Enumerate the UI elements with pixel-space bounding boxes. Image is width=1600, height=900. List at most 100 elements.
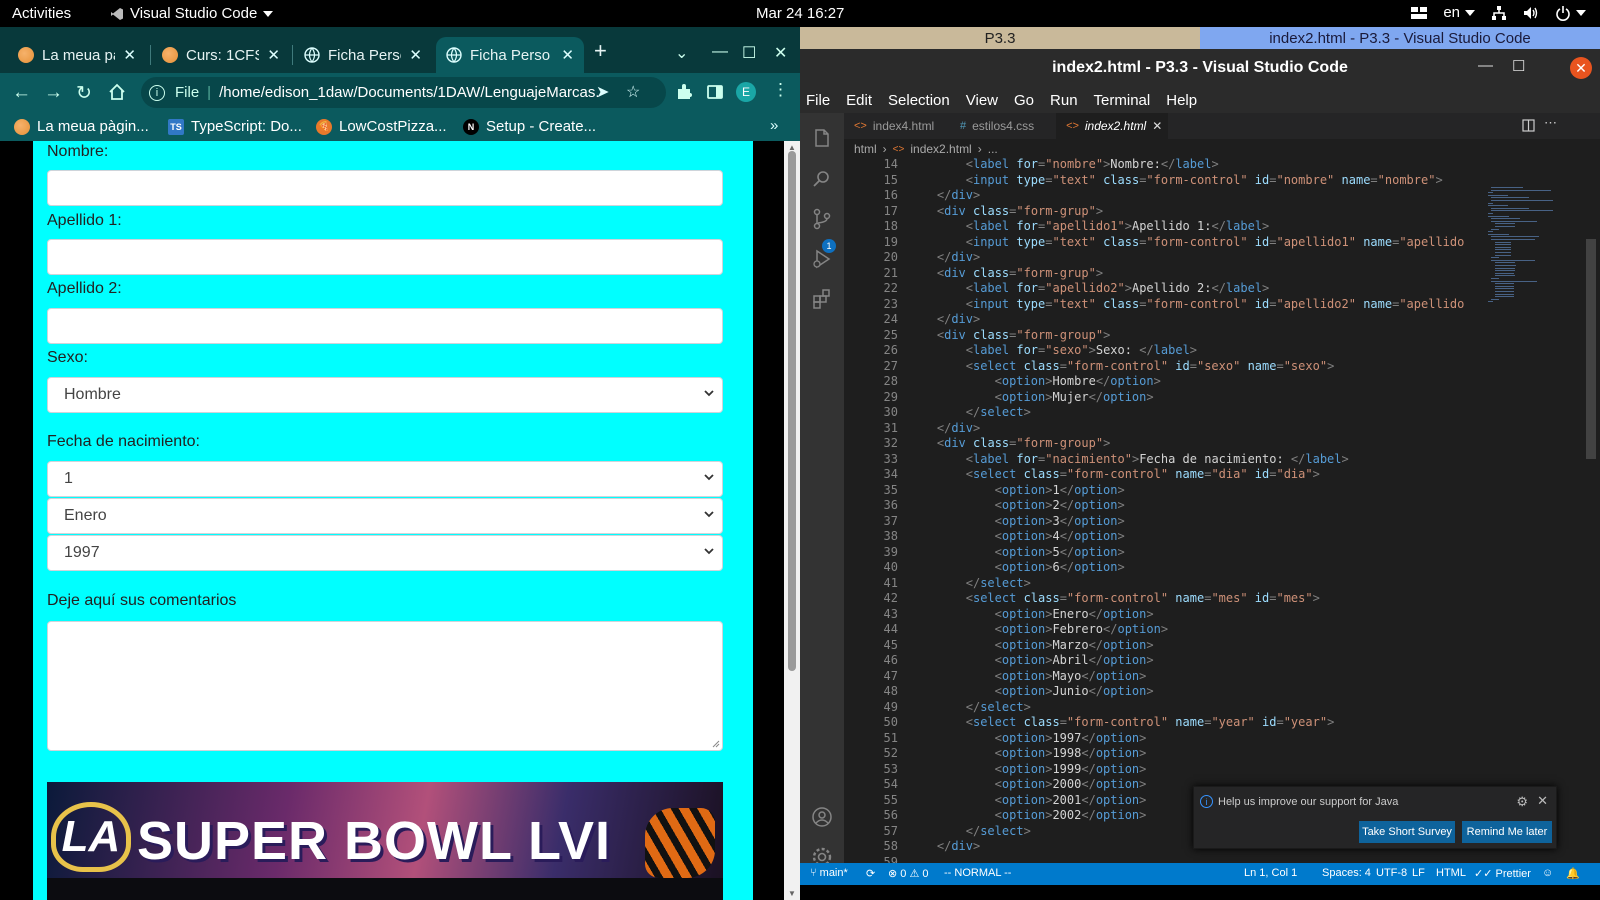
nombre-input[interactable] [47, 170, 723, 206]
bookmark-2[interactable]: TS TypeScript: Do... [168, 118, 302, 135]
code-line[interactable]: </select> [966, 700, 1031, 714]
more-bookmarks-icon[interactable]: » [770, 117, 778, 134]
search-icon[interactable] [810, 167, 834, 191]
close-tab-icon[interactable]: ✕ [123, 46, 136, 64]
tab-search-chevron-icon[interactable]: ⌄ [675, 43, 688, 63]
code-line[interactable]: <option>Hombre</option> [995, 374, 1161, 388]
code-line[interactable]: <div class="form-group"> [937, 328, 1110, 342]
code-line[interactable]: <option>6</option> [995, 560, 1125, 574]
year-select[interactable]: 1997 [47, 535, 723, 571]
close-tab-icon[interactable]: ✕ [1152, 119, 1162, 133]
code-line[interactable]: <option>Mayo</option> [995, 669, 1147, 683]
home-icon[interactable] [108, 83, 126, 101]
browser-tab-4-active[interactable]: Ficha Perso ✕ [436, 37, 584, 73]
code-line[interactable]: <option>Febrero</option> [995, 622, 1168, 636]
code-line[interactable]: <option>2001</option> [995, 793, 1147, 807]
code-line[interactable]: <option>1997</option> [995, 731, 1147, 745]
minimize-icon[interactable]: — [1478, 57, 1493, 74]
minimap[interactable] [1482, 157, 1580, 337]
problems-indicator[interactable]: ⊗ 0 ⚠ 0 [888, 867, 929, 880]
code-line[interactable]: </select> [966, 576, 1031, 590]
code-line[interactable]: <option>Enero</option> [995, 607, 1154, 621]
menu-go[interactable]: Go [1014, 92, 1034, 109]
code-line[interactable]: <option>Mujer</option> [995, 390, 1154, 404]
code-line[interactable]: <input type="text" class="form-control" … [966, 235, 1465, 249]
apellido1-input[interactable] [47, 239, 723, 275]
code-line[interactable]: </div> [937, 421, 980, 435]
source-control-icon[interactable] [810, 207, 834, 231]
close-tab-icon[interactable]: ✕ [267, 46, 280, 64]
extensions-icon[interactable] [675, 83, 693, 101]
code-line[interactable]: <label for="apellido1">Apellido 1:</labe… [966, 219, 1270, 233]
code-line[interactable]: <label for="apellido2">Apellido 2:</labe… [966, 281, 1270, 295]
menu-selection[interactable]: Selection [888, 92, 950, 109]
breadcrumb-item[interactable]: html [854, 142, 877, 156]
close-tab-icon[interactable]: ✕ [409, 46, 422, 64]
code-line[interactable]: <option>Marzo</option> [995, 638, 1154, 652]
editor-scrollbar[interactable] [1586, 157, 1596, 857]
code-line[interactable]: <option>4</option> [995, 529, 1125, 543]
system-tray[interactable]: en [1411, 4, 1586, 21]
git-branch[interactable]: ⑂ main* [810, 867, 848, 879]
editor-tab-index4[interactable]: <> index4.html [844, 113, 948, 139]
code-line[interactable]: <option>2000</option> [995, 777, 1147, 791]
comentarios-textarea[interactable] [47, 621, 723, 751]
new-tab-icon[interactable]: + [594, 40, 607, 62]
code-line[interactable]: <input type="text" class="form-control" … [966, 297, 1465, 311]
activities-button[interactable]: Activities [12, 5, 71, 22]
code-line[interactable]: <option>Abril</option> [995, 653, 1154, 667]
page-scrollbar[interactable]: ▲ ▼ [784, 141, 800, 900]
browser-tab-3[interactable]: Ficha Perso ✕ [294, 37, 432, 73]
address-bar[interactable]: i File | /home/edison_1daw/Documents/1DA… [141, 77, 666, 108]
code-line[interactable]: </div> [937, 250, 980, 264]
code-line[interactable]: <div class="form-grup"> [937, 204, 1103, 218]
window-switcher-item-active[interactable]: index2.html - P3.3 - Visual Studio Code [1200, 27, 1600, 49]
clock[interactable]: Mar 24 16:27 [756, 5, 844, 22]
end-of-line[interactable]: LF [1412, 867, 1425, 879]
code-line[interactable]: <label for="nacimiento">Fecha de nacimie… [966, 452, 1349, 466]
forward-arrow-icon[interactable]: → [44, 82, 63, 104]
code-line[interactable]: <select class="form-control" name="mes" … [966, 591, 1320, 605]
account-icon[interactable] [810, 805, 834, 829]
code-line[interactable]: <select class="form-control" name="dia" … [966, 467, 1320, 481]
explorer-icon[interactable] [810, 127, 834, 151]
code-line[interactable]: <input type="text" class="form-control" … [966, 173, 1443, 187]
editor-tab-index2-active[interactable]: <> index2.html ✕ [1056, 113, 1168, 139]
code-line[interactable]: <option>1</option> [995, 483, 1125, 497]
code-line[interactable]: <option>1999</option> [995, 762, 1147, 776]
code-line[interactable]: </div> [937, 839, 980, 853]
dia-select[interactable]: 1 [47, 461, 723, 497]
code-line[interactable]: <option>2</option> [995, 498, 1125, 512]
code-editor[interactable]: <label for="nombre">Nombre:</label> <inpu… [898, 157, 1498, 857]
scroll-down-icon[interactable]: ▼ [788, 889, 796, 898]
code-line[interactable]: <option>5</option> [995, 545, 1125, 559]
window-layout-icon[interactable] [1411, 6, 1428, 19]
url-text[interactable]: /home/edison_1daw/Documents/1DAW/Lenguaj… [219, 84, 599, 101]
bookmark-3[interactable]: 🍕 LowCostPizza... [316, 118, 447, 135]
take-survey-button[interactable]: Take Short Survey [1359, 821, 1455, 843]
sexo-select[interactable]: Hombre [47, 377, 723, 413]
apellido2-input[interactable] [47, 308, 723, 344]
code-line[interactable]: <option>1998</option> [995, 746, 1147, 760]
language-indicator[interactable]: en [1443, 4, 1475, 21]
more-actions-icon[interactable]: ⋯ [1544, 115, 1557, 131]
feedback-icon[interactable]: ☺ [1542, 867, 1553, 879]
kebab-menu-icon[interactable]: ⋮ [772, 80, 789, 100]
close-icon[interactable]: ✕ [1537, 793, 1548, 809]
code-line[interactable]: <select class="form-control" id="sexo" n… [966, 359, 1335, 373]
code-line[interactable]: </div> [937, 188, 980, 202]
editor-scrollbar-thumb[interactable] [1586, 239, 1596, 459]
power-menu[interactable] [1555, 5, 1586, 21]
menu-help[interactable]: Help [1166, 92, 1197, 109]
code-line[interactable]: <label for="nombre">Nombre:</label> [966, 157, 1219, 171]
split-editor-icon[interactable] [1522, 119, 1535, 132]
close-window-icon[interactable]: ✕ [1570, 57, 1592, 79]
browser-tab-1[interactable]: La meua pà ✕ [8, 37, 146, 73]
maximize-icon[interactable]: ☐ [742, 43, 756, 63]
breadcrumb-item[interactable]: index2.html [910, 142, 971, 156]
cursor-position[interactable]: Ln 1, Col 1 [1244, 867, 1297, 879]
sync-icon[interactable]: ⟳ [866, 867, 875, 880]
code-line[interactable]: <select class="form-control" name="year"… [966, 715, 1335, 729]
editor-tab-estilos4[interactable]: # estilos4.css [950, 113, 1054, 139]
notifications-bell-icon[interactable]: 🔔 [1566, 867, 1580, 880]
